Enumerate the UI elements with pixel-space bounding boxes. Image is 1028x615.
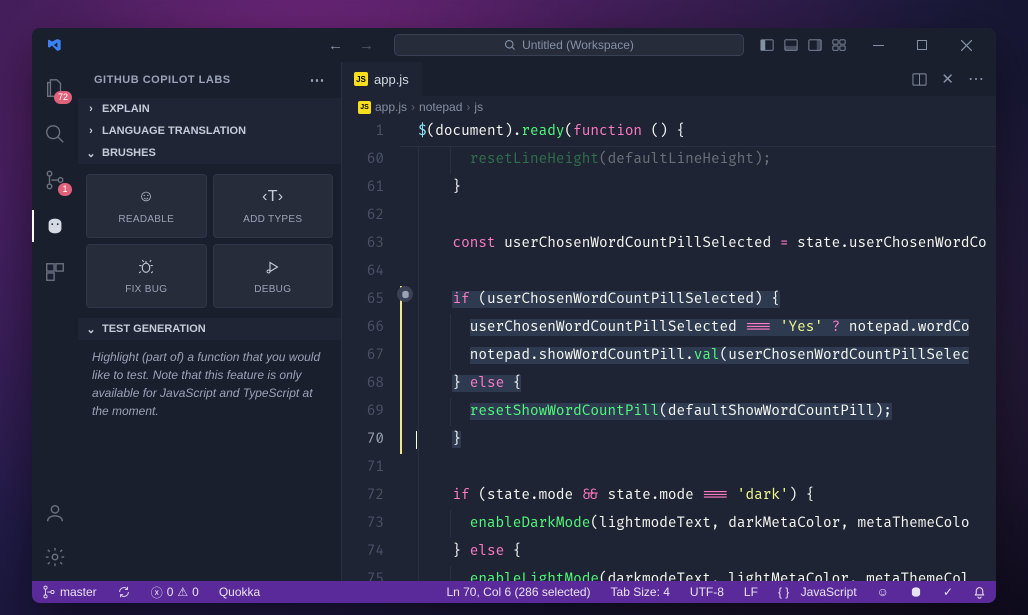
tab-filename: app.js	[374, 72, 409, 87]
activity-bar: 72 1	[32, 62, 78, 581]
section-testgen[interactable]: ⌄TEST GENERATION	[78, 318, 341, 340]
js-file-icon: JS	[354, 72, 368, 86]
sidebar-title: GITHUB COPILOT LABS ⋯	[78, 62, 341, 98]
chevron-down-icon: ⌄	[84, 323, 98, 336]
sb-feedback-icon[interactable]: ☺	[873, 585, 893, 599]
explorer-badge: 72	[54, 91, 72, 104]
copilot-inline-icon[interactable]	[397, 286, 413, 302]
sb-tabsize[interactable]: Tab Size: 4	[607, 585, 674, 599]
editor-group: JS app.js ✕ ⋯ JS app.js › notepad › js	[342, 62, 996, 581]
code-line[interactable]: } else {	[400, 370, 996, 398]
activity-copilot-labs[interactable]	[32, 206, 78, 246]
line-gutter: 1 60 61 62 63 64 65 66 67 68 69 70 71 72…	[342, 118, 400, 581]
code-line[interactable]: if (state.mode && state.mode === 'dark')…	[400, 482, 996, 510]
command-center[interactable]: Untitled (Workspace)	[394, 34, 744, 56]
window-minimize-button[interactable]	[856, 30, 900, 60]
bug-icon	[137, 258, 155, 276]
code-line[interactable]: resetShowWordCountPill(defaultShowWordCo…	[400, 398, 996, 426]
code-line[interactable]: resetLineHeight(defaultLineHeight);	[400, 146, 996, 174]
layout-sidebar-left-icon[interactable]	[760, 38, 774, 52]
brushes-grid: ☺ READABLE ‹T› ADD TYPES FIX BUG	[78, 164, 341, 318]
code-line[interactable]	[400, 202, 996, 230]
sb-notifications-icon[interactable]	[969, 586, 990, 599]
nav-forward-icon[interactable]: →	[359, 37, 374, 54]
code-line[interactable]: enableDarkMode(lightmodeText, darkMetaCo…	[400, 510, 996, 538]
brush-fixbug[interactable]: FIX BUG	[86, 244, 207, 308]
code-line[interactable]: }	[400, 426, 996, 454]
sidebar-title-text: GITHUB COPILOT LABS	[94, 74, 231, 86]
sb-prettier-icon[interactable]: ✓	[939, 585, 957, 599]
window-close-button[interactable]	[944, 30, 988, 60]
js-file-icon: JS	[358, 101, 371, 114]
code-line[interactable]	[400, 454, 996, 482]
code-line[interactable]: }	[400, 174, 996, 202]
activity-search[interactable]	[32, 114, 78, 154]
smiley-icon: ☺	[138, 188, 155, 206]
nav-back-icon[interactable]: ←	[328, 37, 343, 54]
chevron-right-icon: ›	[84, 125, 98, 137]
layout-customize-icon[interactable]	[832, 38, 846, 52]
split-editor-icon[interactable]	[912, 72, 927, 87]
section-translation[interactable]: ›LANGUAGE TRANSLATION	[78, 120, 341, 142]
activity-scm[interactable]: 1	[32, 160, 78, 200]
statusbar: master ⓧ0 ⚠0 Quokka Ln 70, Col 6 (286 se…	[32, 581, 996, 603]
sb-sync[interactable]	[113, 585, 135, 599]
code-editor[interactable]: 1 60 61 62 63 64 65 66 67 68 69 70 71 72…	[342, 118, 996, 581]
search-icon	[504, 39, 516, 51]
activity-settings[interactable]	[32, 537, 78, 577]
editor-tabs: JS app.js ✕ ⋯	[342, 62, 996, 96]
activity-account[interactable]	[32, 493, 78, 533]
section-explain[interactable]: ›EXPLAIN	[78, 98, 341, 120]
tab-app-js[interactable]: JS app.js	[342, 62, 422, 96]
activity-explorer[interactable]: 72	[32, 68, 78, 108]
sb-quokka[interactable]: Quokka	[215, 585, 264, 599]
section-brushes[interactable]: ⌄BRUSHES	[78, 142, 341, 164]
vscode-logo-icon	[46, 37, 62, 53]
testgen-hint: Highlight (part of) a function that you …	[78, 340, 341, 428]
debug-icon	[264, 258, 282, 276]
tab-more-icon[interactable]: ⋯	[968, 69, 984, 89]
code-line[interactable]: userChosenWordCountPillSelected === 'Yes…	[400, 314, 996, 342]
layout-sidebar-right-icon[interactable]	[808, 38, 822, 52]
sb-copilot-icon[interactable]	[905, 585, 927, 599]
workspace-title: Untitled (Workspace)	[522, 38, 634, 52]
brush-addtypes[interactable]: ‹T› ADD TYPES	[213, 174, 334, 238]
sidebar-more-icon[interactable]: ⋯	[310, 71, 326, 89]
scm-badge: 1	[58, 183, 72, 196]
sb-encoding[interactable]: UTF-8	[686, 585, 728, 599]
sticky-scroll-line[interactable]: $(document).ready(function () {	[400, 118, 996, 146]
code-line[interactable]: } else {	[400, 538, 996, 566]
vscode-window: ← → Untitled (Workspace) 72	[32, 28, 996, 603]
code-line[interactable]: const userChosenWordCountPillSelected = …	[400, 230, 996, 258]
chevron-right-icon: ›	[84, 103, 98, 115]
code-area[interactable]: $(document).ready(function () { resetLin…	[400, 118, 996, 581]
sb-cursor[interactable]: Ln 70, Col 6 (286 selected)	[442, 585, 594, 599]
breadcrumb[interactable]: JS app.js › notepad › js	[342, 96, 996, 118]
code-line[interactable]: if (userChosenWordCountPillSelected) {	[400, 286, 996, 314]
text-cursor-icon	[416, 431, 417, 449]
activity-extensions[interactable]	[32, 252, 78, 292]
window-maximize-button[interactable]	[900, 30, 944, 60]
code-line[interactable]: notepad.showWordCountPill.val(userChosen…	[400, 342, 996, 370]
sb-branch[interactable]: master	[38, 585, 101, 599]
titlebar: ← → Untitled (Workspace)	[32, 28, 996, 62]
sb-eol[interactable]: LF	[740, 585, 762, 599]
brush-debug[interactable]: DEBUG	[213, 244, 334, 308]
sb-problems[interactable]: ⓧ0 ⚠0	[147, 584, 203, 601]
type-icon: ‹T›	[262, 188, 283, 206]
code-line[interactable]: enableLightMode(darkmodeText, lightMetaC…	[400, 566, 996, 581]
titlebar-nav: ← →	[328, 37, 374, 54]
tab-close-icon[interactable]: ✕	[941, 70, 954, 88]
brush-readable[interactable]: ☺ READABLE	[86, 174, 207, 238]
sb-language[interactable]: { } JavaScript	[774, 585, 861, 599]
code-line[interactable]	[400, 258, 996, 286]
layout-panel-icon[interactable]	[784, 38, 798, 52]
sidebar: GITHUB COPILOT LABS ⋯ ›EXPLAIN ›LANGUAGE…	[78, 62, 342, 581]
chevron-down-icon: ⌄	[84, 147, 98, 160]
